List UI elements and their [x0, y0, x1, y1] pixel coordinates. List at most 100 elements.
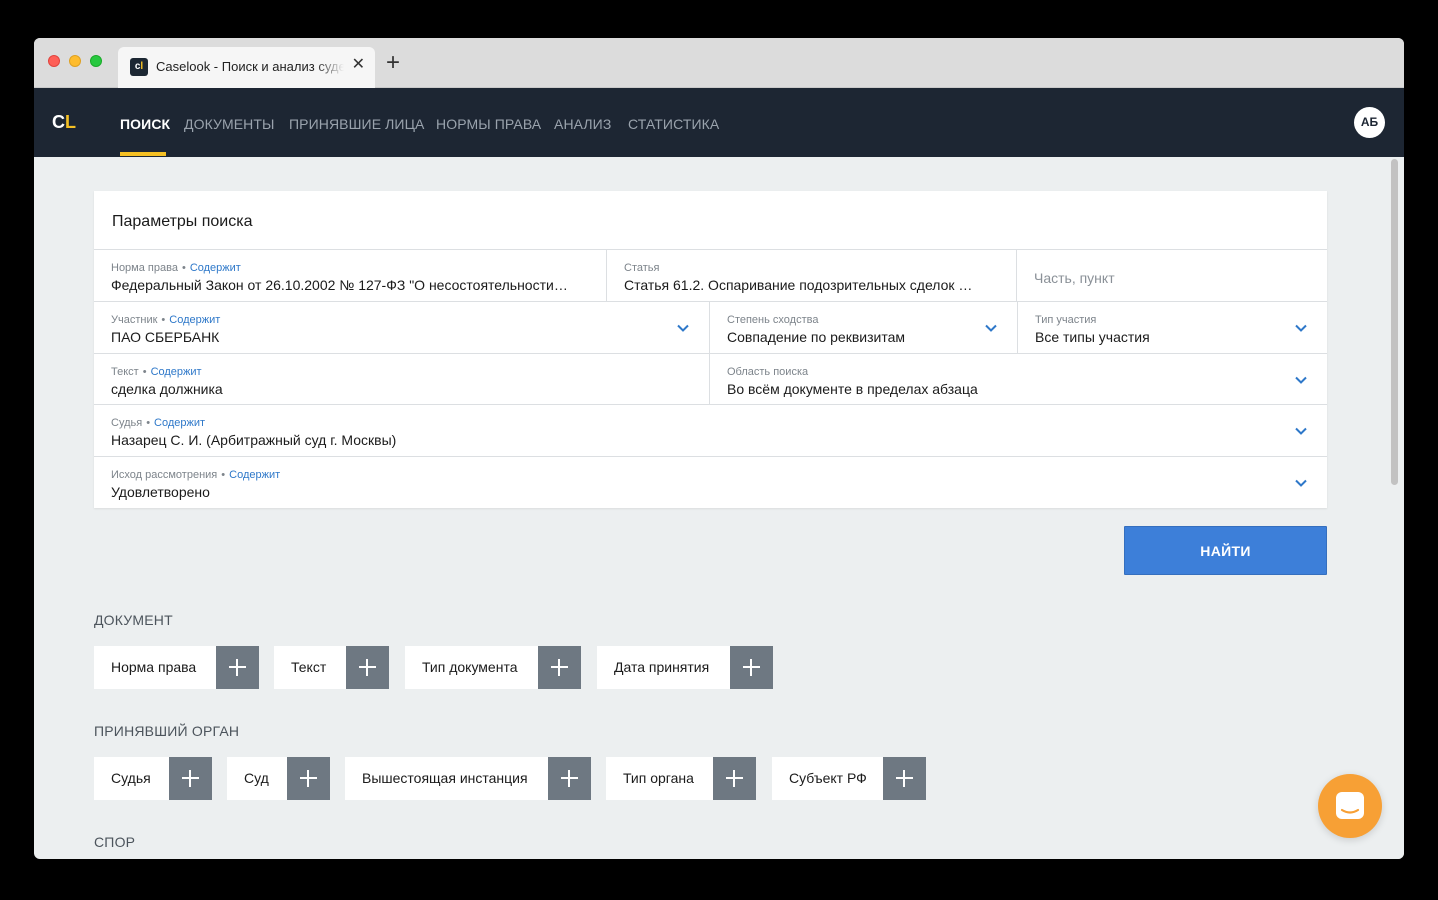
judge-label: Судья [111, 417, 143, 429]
section-title-authority: ПРИНЯВШИЙ ОРГАН [94, 723, 240, 739]
outcome-field[interactable]: Исход рассмотрения • Содержит Удовлетворен… [94, 456, 1327, 508]
search-area-select[interactable]: Область поиска Во всём документе в преде… [710, 353, 1327, 404]
text-value: сделка должника [111, 381, 223, 397]
chip-label: Дата принятия [614, 659, 710, 675]
chevron-down-icon[interactable] [1295, 324, 1307, 332]
plus-icon[interactable] [713, 757, 756, 800]
participant-value: ПАО СБЕРБАНК [111, 329, 220, 345]
chevron-down-icon[interactable] [677, 324, 689, 332]
browser-chrome: cl Caselook - Поиск и анализ судебной пр… [34, 38, 1404, 88]
participant-contains-link[interactable]: Содержит [169, 314, 220, 326]
plus-icon[interactable] [169, 757, 212, 800]
judge-field[interactable]: Судья • Содержит Назарец С. И. (Арбитражны… [94, 404, 1327, 456]
chip-label: Тип документа [422, 659, 518, 675]
text-field[interactable]: Текст • Содержит сделка должника [94, 353, 710, 404]
participation-type-select[interactable]: Тип участия Все типы участия [1018, 301, 1327, 353]
search-area-label: Область поиска [727, 366, 809, 378]
plus-icon[interactable] [216, 646, 259, 689]
part-point-placeholder: Часть, пункт [1034, 270, 1115, 286]
participant-field[interactable]: Участник • Содержит ПАО СБЕРБАНК [94, 301, 710, 353]
tab-title: Caselook - Поиск и анализ судебной практ… [156, 59, 344, 74]
similarity-value: Совпадение по реквизитам [727, 329, 906, 345]
zoom-window-button[interactable] [90, 55, 102, 67]
chip-region[interactable]: Субъект РФ [772, 757, 926, 800]
similarity-label: Степень сходства [727, 314, 819, 326]
outcome-contains-link[interactable]: Содержит [229, 469, 280, 481]
find-button[interactable]: НАЙТИ [1124, 526, 1327, 575]
participant-label: Участник [111, 314, 158, 326]
chevron-down-icon[interactable] [1295, 427, 1307, 435]
scrollbar-thumb[interactable] [1391, 159, 1398, 485]
norm-value: Федеральный Закон от 26.10.2002 № 127-ФЗ… [111, 277, 568, 293]
nav-item-persons[interactable]: ПРИНЯВШИЕ ЛИЦА [289, 116, 425, 132]
chip-court[interactable]: Суд [227, 757, 330, 800]
nav-item-statistics[interactable]: СТАТИСТИКА [628, 116, 719, 132]
logo[interactable]: CL [52, 112, 76, 133]
plus-icon[interactable] [548, 757, 591, 800]
article-label: Статья [624, 262, 660, 274]
participation-type-label: Тип участия [1035, 314, 1097, 326]
nav-item-search[interactable]: ПОИСК [120, 116, 170, 132]
judge-contains-link[interactable]: Содержит [154, 417, 205, 429]
norm-contains-link[interactable]: Содержит [190, 262, 241, 274]
chevron-down-icon[interactable] [1295, 479, 1307, 487]
browser-tab[interactable]: cl Caselook - Поиск и анализ судебной пр… [118, 47, 375, 88]
tab-close-icon[interactable]: ✕ [352, 56, 365, 74]
label-dot: • [221, 469, 226, 481]
plus-icon[interactable] [730, 646, 773, 689]
chip-judge[interactable]: Судья [94, 757, 212, 800]
label-dot: • [181, 262, 186, 274]
similarity-select[interactable]: Степень сходства Совпадение по реквизита… [710, 301, 1018, 353]
close-window-button[interactable] [48, 55, 60, 67]
chat-icon [1336, 792, 1364, 819]
panel-title: Параметры поиска [112, 213, 253, 230]
active-tab-indicator [120, 152, 166, 156]
chevron-down-icon[interactable] [1295, 376, 1307, 384]
article-field[interactable]: Статья Статья 61.2. Оспаривание подозрит… [607, 249, 1017, 301]
plus-icon[interactable] [346, 646, 389, 689]
section-title-document: ДОКУМЕНТ [94, 612, 173, 628]
label-dot: • [146, 417, 151, 429]
chevron-down-icon[interactable] [985, 324, 997, 332]
chip-label: Судья [111, 770, 151, 786]
chip-label: Субъект РФ [789, 770, 867, 786]
article-value: Статья 61.2. Оспаривание подозрительных … [624, 277, 973, 293]
chat-button[interactable] [1318, 774, 1382, 838]
participation-type-value: Все типы участия [1035, 329, 1150, 345]
favicon-icon: cl [130, 58, 148, 76]
plus-icon[interactable] [883, 757, 926, 800]
chip-label: Тип органа [623, 770, 694, 786]
text-contains-link[interactable]: Содержит [151, 366, 202, 378]
nav-item-law-norms[interactable]: НОРМЫ ПРАВА [436, 116, 541, 132]
minimize-window-button[interactable] [69, 55, 81, 67]
search-params-panel: Параметры поиска Норма права • Содержит Фе… [94, 191, 1327, 508]
norm-field[interactable]: Норма права • Содержит Федеральный Закон о… [94, 249, 607, 301]
chip-norm[interactable]: Норма права [94, 646, 259, 689]
chip-authority-type[interactable]: Тип органа [606, 757, 756, 800]
chip-doc-type[interactable]: Тип документа [405, 646, 581, 689]
plus-icon[interactable] [538, 646, 581, 689]
chip-higher-instance[interactable]: Вышестоящая инстанция [345, 757, 591, 800]
label-dot: • [161, 314, 166, 326]
section-title-dispute: СПОР [94, 834, 136, 850]
chip-text[interactable]: Текст [274, 646, 389, 689]
judge-value: Назарец С. И. (Арбитражный суд г. Москвы… [111, 432, 397, 448]
chip-label: Норма права [111, 659, 197, 675]
chip-label: Текст [291, 659, 327, 675]
search-area-value: Во всём документе в пределах абзаца [727, 381, 978, 397]
browser-window: cl Caselook - Поиск и анализ судебной пр… [34, 38, 1404, 859]
chip-adoption-date[interactable]: Дата принятия [597, 646, 773, 689]
nav-item-documents[interactable]: ДОКУМЕНТЫ [184, 116, 275, 132]
nav-item-analysis[interactable]: АНАЛИЗ [554, 116, 611, 132]
plus-icon[interactable] [287, 757, 330, 800]
chip-label: Суд [244, 770, 269, 786]
part-point-input[interactable]: Часть, пункт [1017, 249, 1327, 301]
chip-label: Вышестоящая инстанция [362, 770, 528, 786]
norm-label: Норма права [111, 262, 178, 274]
new-tab-icon[interactable]: + [386, 51, 400, 75]
avatar[interactable]: АБ [1354, 107, 1385, 138]
outcome-label: Исход рассмотрения [111, 469, 218, 481]
label-dot: • [142, 366, 147, 378]
outcome-value: Удовлетворено [111, 484, 210, 500]
top-navbar: CL ПОИСК ДОКУМЕНТЫ ПРИНЯВШИЕ ЛИЦА НОРМЫ … [34, 88, 1404, 157]
